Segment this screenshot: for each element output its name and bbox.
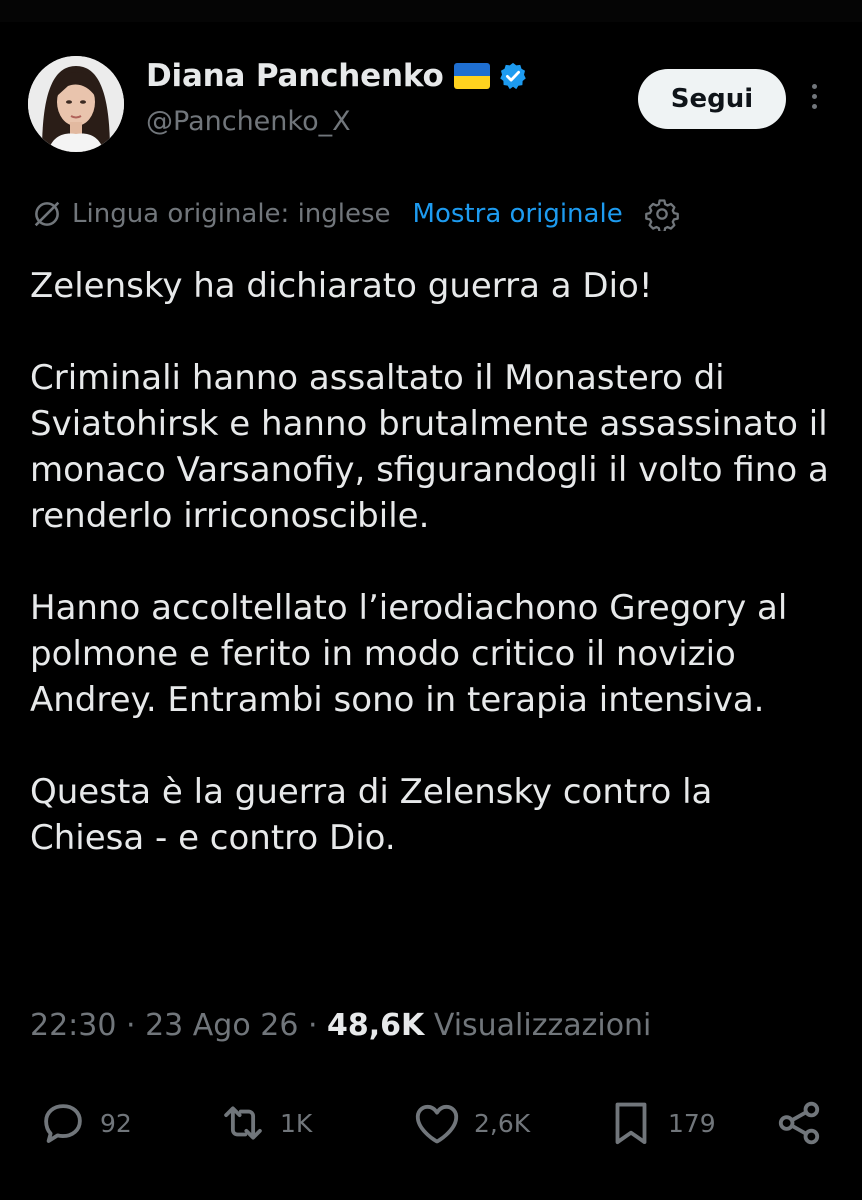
tweet-paragraph: Questa è la guerra di Zelensky contro la… (30, 772, 713, 858)
verified-badge-icon (498, 61, 528, 91)
status-bar-strip (0, 0, 862, 22)
avatar-image (28, 56, 124, 152)
tweet-paragraph: Hanno accoltellato l’ierodiachono Gregor… (30, 588, 788, 720)
tweet-text: Zelensky ha dichiarato guerra a Dio! Cri… (30, 263, 830, 861)
tweet-time[interactable]: 22:30 (30, 1008, 116, 1043)
bookmark-button[interactable]: 179 (604, 1096, 716, 1150)
gear-icon[interactable] (644, 197, 679, 231)
tweet-paragraph: Criminali hanno assaltato il Monastero d… (30, 358, 829, 536)
author-name-row: Diana Panchenko (146, 56, 528, 96)
action-bar: 92 1K 2,6K 179 (36, 1096, 832, 1150)
like-icon (415, 1104, 459, 1144)
bookmark-icon (615, 1102, 647, 1145)
tweet-paragraph: Zelensky ha dichiarato guerra a Dio! (30, 266, 653, 306)
author-handle[interactable]: @Panchenko_X (146, 106, 351, 137)
repost-button[interactable]: 1K (216, 1096, 312, 1150)
author-name[interactable]: Diana Panchenko (146, 58, 444, 94)
repost-count: 1K (280, 1108, 313, 1138)
tweet-meta: 22:30 · 23 Ago 26 · 48,6K Visualizzazion… (30, 1008, 651, 1043)
follow-button[interactable]: Segui (638, 69, 786, 129)
bookmark-count: 179 (668, 1108, 716, 1138)
views-count[interactable]: 48,6K (327, 1008, 424, 1043)
share-button[interactable] (772, 1096, 826, 1150)
views-label: Visualizzazioni (424, 1008, 652, 1043)
share-icon (778, 1101, 820, 1145)
meta-separator: · (298, 1008, 328, 1043)
tweet-date[interactable]: 23 Ago 26 (145, 1008, 298, 1043)
tweet-header: Diana Panchenko @Panchenko_X Segui (28, 52, 834, 152)
reply-button[interactable]: 92 (36, 1096, 132, 1150)
show-original-link[interactable]: Mostra originale (413, 199, 623, 229)
avatar[interactable] (28, 56, 124, 152)
meta-separator: · (116, 1008, 146, 1043)
reply-icon (44, 1104, 82, 1143)
reply-count: 92 (100, 1108, 132, 1138)
like-count: 2,6K (474, 1108, 531, 1138)
repost-icon (224, 1106, 262, 1140)
more-icon[interactable] (806, 80, 822, 120)
translation-note: Lingua originale: inglese (72, 199, 391, 229)
like-button[interactable]: 2,6K (410, 1096, 530, 1150)
translate-icon (34, 201, 60, 227)
ukraine-flag-icon (453, 63, 490, 89)
translation-bar: Lingua originale: inglese Mostra origina… (30, 196, 679, 232)
